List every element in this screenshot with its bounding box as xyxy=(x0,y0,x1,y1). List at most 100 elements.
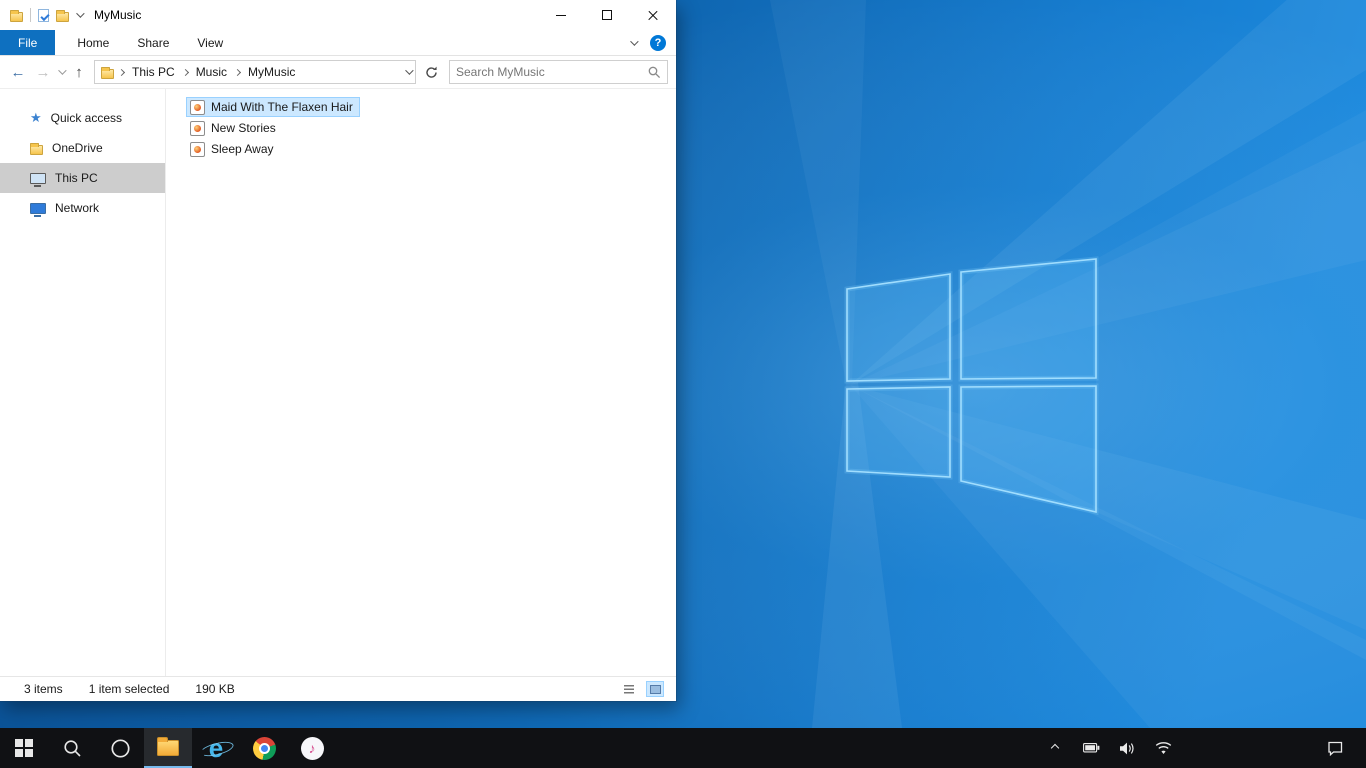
sidebar-item-quick-access[interactable]: Quick access xyxy=(0,103,165,133)
recent-locations-chevron-icon[interactable] xyxy=(58,66,67,75)
app-folder-icon xyxy=(10,9,23,22)
large-icons-view-button[interactable] xyxy=(646,681,664,697)
qat-customize-chevron-icon[interactable] xyxy=(76,9,85,18)
tab-view[interactable]: View xyxy=(183,30,237,55)
battery-icon xyxy=(1082,743,1099,753)
tab-share[interactable]: Share xyxy=(123,30,183,55)
ribbon-tab-bar: File Home Share View xyxy=(0,30,676,56)
view-toggles xyxy=(620,681,664,697)
large-icons-view-icon xyxy=(649,684,661,694)
taskbar-chrome-button[interactable] xyxy=(240,728,288,768)
chevron-up-icon xyxy=(1050,743,1060,753)
sidebar-item-label: Network xyxy=(55,201,100,215)
qat-properties-button[interactable] xyxy=(38,8,49,22)
file-explorer-folder-icon xyxy=(157,737,179,756)
address-bar[interactable]: This PC Music MyMusic xyxy=(94,60,416,84)
minimize-button[interactable] xyxy=(538,0,584,30)
audio-file-icon xyxy=(190,99,205,115)
chrome-icon xyxy=(252,736,276,760)
sidebar-item-label: This PC xyxy=(55,171,98,185)
search-icon xyxy=(63,739,81,757)
navigation-bar: This PC Music MyMusic xyxy=(0,56,676,89)
file-list[interactable]: Maid With The Flaxen Hair New Stories Sl… xyxy=(166,89,676,676)
details-view-button[interactable] xyxy=(620,681,638,697)
maximize-button[interactable] xyxy=(584,0,630,30)
address-dropdown-chevron-icon[interactable] xyxy=(405,66,414,75)
desktop: MyMusic File Home Share View ? ← → ↑ Thi… xyxy=(0,0,1366,768)
taskbar xyxy=(0,728,1366,768)
status-selection: 1 item selected xyxy=(88,682,170,696)
status-selection-size: 190 KB xyxy=(195,682,235,696)
back-button[interactable] xyxy=(8,65,28,80)
separator xyxy=(30,8,31,22)
title-bar[interactable]: MyMusic xyxy=(0,0,676,30)
status-bar: 3 items 1 item selected 190 KB xyxy=(0,676,676,701)
battery-tray-button[interactable] xyxy=(1080,728,1102,768)
quick-access-toolbar xyxy=(0,8,85,22)
navigation-pane: Quick access OneDrive This PC Network xyxy=(0,89,166,676)
file-name: Sleep Away xyxy=(211,142,274,156)
breadcrumb-mymusic[interactable]: MyMusic xyxy=(245,65,298,79)
help-button[interactable] xyxy=(650,34,666,51)
refresh-button[interactable] xyxy=(421,66,441,79)
expand-ribbon-chevron-icon[interactable] xyxy=(630,36,639,46)
audio-file-icon xyxy=(190,141,205,157)
file-name: Maid With The Flaxen Hair xyxy=(211,100,353,114)
audio-file-icon xyxy=(190,120,205,136)
file-row[interactable]: Maid With The Flaxen Hair xyxy=(186,97,360,117)
action-center-button[interactable] xyxy=(1312,741,1358,756)
qat-new-folder-button[interactable] xyxy=(56,9,69,22)
show-hidden-icons-button[interactable] xyxy=(1044,728,1066,768)
internet-explorer-icon xyxy=(203,735,229,761)
refresh-icon xyxy=(425,66,437,78)
breadcrumb-chevron-icon[interactable] xyxy=(181,68,189,76)
windows-start-icon xyxy=(15,739,33,757)
file-row[interactable]: New Stories xyxy=(186,118,283,138)
file-name: New Stories xyxy=(211,121,276,135)
ribbon-right-controls xyxy=(630,30,676,55)
sidebar-item-this-pc[interactable]: This PC xyxy=(0,163,165,193)
window-body: Quick access OneDrive This PC Network xyxy=(0,89,676,676)
breadcrumb-chevron-icon[interactable] xyxy=(233,68,242,76)
network-tray-button[interactable] xyxy=(1152,728,1174,768)
sidebar-item-network[interactable]: Network xyxy=(0,193,165,223)
tab-file[interactable]: File xyxy=(0,30,56,55)
search-input[interactable] xyxy=(456,65,648,79)
volume-tray-button[interactable] xyxy=(1116,728,1138,768)
taskbar-search-button[interactable] xyxy=(48,728,96,768)
window-controls xyxy=(538,0,676,30)
wifi-icon xyxy=(1155,741,1171,754)
file-row[interactable]: Sleep Away xyxy=(186,139,281,159)
address-folder-icon xyxy=(101,66,114,79)
action-center-icon xyxy=(1328,741,1343,756)
window-title: MyMusic xyxy=(94,8,142,22)
this-pc-monitor-icon xyxy=(30,172,46,187)
sidebar-item-onedrive[interactable]: OneDrive xyxy=(0,133,165,163)
system-tray xyxy=(1044,728,1366,768)
maximize-icon xyxy=(602,10,612,20)
file-explorer-window: MyMusic File Home Share View ? ← → ↑ Thi… xyxy=(0,0,676,701)
cortana-button[interactable] xyxy=(96,728,144,768)
network-icon xyxy=(30,202,46,217)
taskbar-itunes-button[interactable] xyxy=(288,728,336,768)
search-box[interactable] xyxy=(449,60,668,84)
breadcrumb-music[interactable]: Music xyxy=(193,65,230,79)
close-button[interactable] xyxy=(630,0,676,30)
search-icon[interactable] xyxy=(648,66,661,79)
breadcrumb-chevron-icon[interactable] xyxy=(117,68,126,76)
status-items-count: 3 items xyxy=(24,682,63,696)
itunes-music-note-icon xyxy=(300,736,324,760)
taskbar-internet-explorer-button[interactable] xyxy=(192,728,240,768)
close-icon xyxy=(647,9,659,21)
start-button[interactable] xyxy=(0,728,48,768)
sidebar-item-label: Quick access xyxy=(50,111,123,125)
tab-home[interactable]: Home xyxy=(63,30,123,55)
sidebar-item-label: OneDrive xyxy=(52,141,103,155)
minimize-icon xyxy=(556,14,566,16)
taskbar-file-explorer-button[interactable] xyxy=(144,728,192,768)
up-button[interactable] xyxy=(69,65,89,80)
details-view-icon xyxy=(624,684,634,694)
cortana-ring-icon xyxy=(110,738,130,758)
forward-button[interactable] xyxy=(33,65,53,80)
breadcrumb-this-pc[interactable]: This PC xyxy=(129,65,178,79)
